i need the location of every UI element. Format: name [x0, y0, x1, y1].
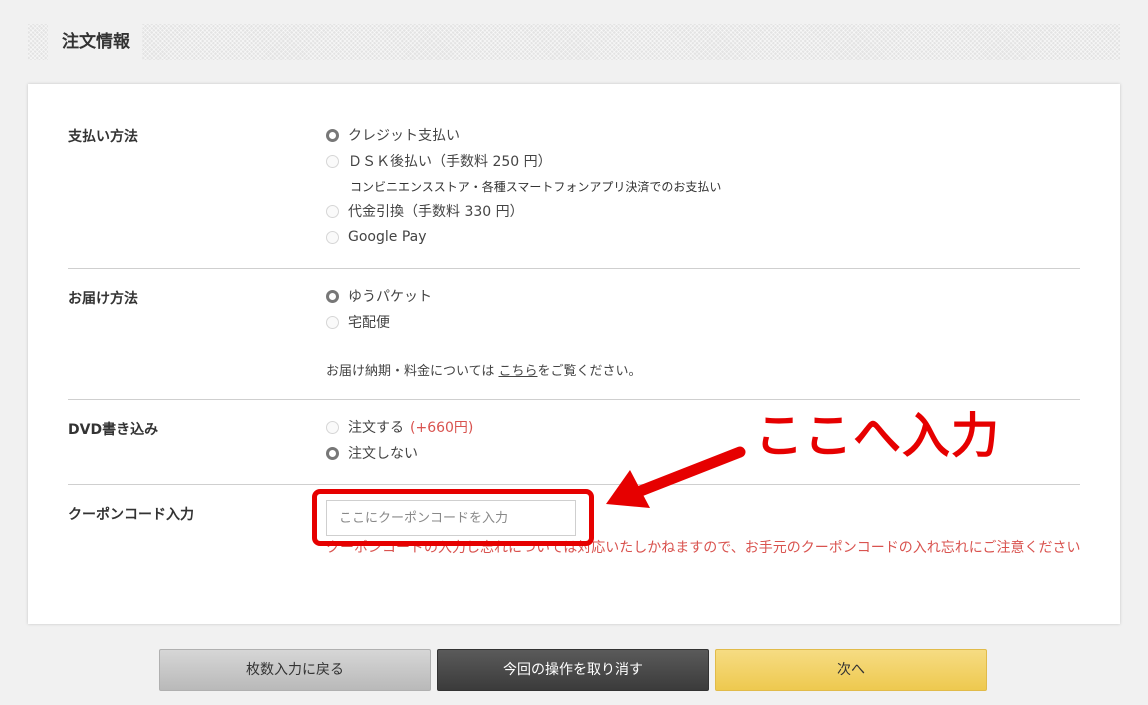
delivery-option-takuhaibin[interactable]: 宅配便 — [326, 311, 390, 333]
delivery-option-yupacket[interactable]: ゆうパケット — [326, 285, 432, 307]
radio-checked-icon[interactable] — [326, 289, 339, 303]
option-label: 注文しない — [348, 446, 418, 462]
dvd-option-no-order[interactable]: 注文しない — [326, 442, 418, 464]
payment-option-cod[interactable]: 代金引換（手数料 330 円） — [326, 200, 524, 222]
payment-option-googlepay[interactable]: Google Pay — [326, 226, 427, 248]
payment-option-credit[interactable]: クレジット支払い — [326, 124, 460, 146]
option-label: 宅配便 — [348, 315, 390, 331]
option-label: ＤＳＫ後払い（手数料 250 円） — [348, 154, 552, 170]
divider — [68, 484, 1080, 485]
dvd-price: (+660円) — [410, 420, 474, 436]
delivery-info-link[interactable]: こちら — [498, 364, 537, 379]
radio-unchecked-icon[interactable] — [326, 154, 339, 168]
section-header: 注文情報 — [28, 24, 1120, 60]
option-label: Google Pay — [348, 229, 427, 245]
payment-label: 支払い方法 — [68, 129, 138, 145]
dvd-option-order[interactable]: 注文する (+660円) — [326, 416, 473, 438]
dvd-label: DVD書き込み — [68, 422, 159, 438]
cancel-button[interactable]: 今回の操作を取り消す — [437, 649, 709, 691]
delivery-note-prefix: お届け納期・料金については — [326, 364, 499, 379]
annotation-text: ここへ入力 — [755, 408, 1001, 464]
delivery-note-suffix: をご覧ください。 — [537, 364, 642, 379]
annotation-highlight-box — [312, 489, 594, 546]
option-label: ゆうパケット — [348, 289, 432, 305]
delivery-note: お届け納期・料金については こちらをご覧ください。 — [326, 360, 642, 379]
header-accent — [28, 24, 48, 60]
option-label: 代金引換（手数料 330 円） — [348, 204, 524, 220]
order-info-card: 支払い方法 クレジット支払い ＤＳＫ後払い（手数料 250 円） コンビニエンス… — [28, 84, 1120, 624]
payment-option-dsk[interactable]: ＤＳＫ後払い（手数料 250 円） — [326, 150, 552, 172]
next-button[interactable]: 次へ — [715, 649, 987, 691]
radio-checked-icon[interactable] — [326, 128, 339, 142]
section-title: 注文情報 — [48, 24, 142, 60]
radio-unchecked-icon[interactable] — [326, 230, 339, 244]
option-label: 注文する — [348, 420, 404, 436]
option-label: クレジット支払い — [348, 128, 460, 144]
radio-checked-icon[interactable] — [326, 446, 339, 460]
divider — [68, 268, 1080, 269]
back-button[interactable]: 枚数入力に戻る — [159, 649, 431, 691]
delivery-label: お届け方法 — [68, 291, 138, 307]
radio-unchecked-icon[interactable] — [326, 204, 339, 218]
radio-unchecked-icon[interactable] — [326, 315, 339, 329]
annotation-arrow-icon — [606, 446, 746, 508]
coupon-label: クーポンコード入力 — [68, 507, 194, 523]
radio-unchecked-icon[interactable] — [326, 420, 339, 434]
dsk-subtext: コンビニエンスストア・各種スマートフォンアプリ決済でのお支払い — [350, 180, 722, 194]
action-buttons: 枚数入力に戻る 今回の操作を取り消す 次へ — [159, 649, 989, 691]
